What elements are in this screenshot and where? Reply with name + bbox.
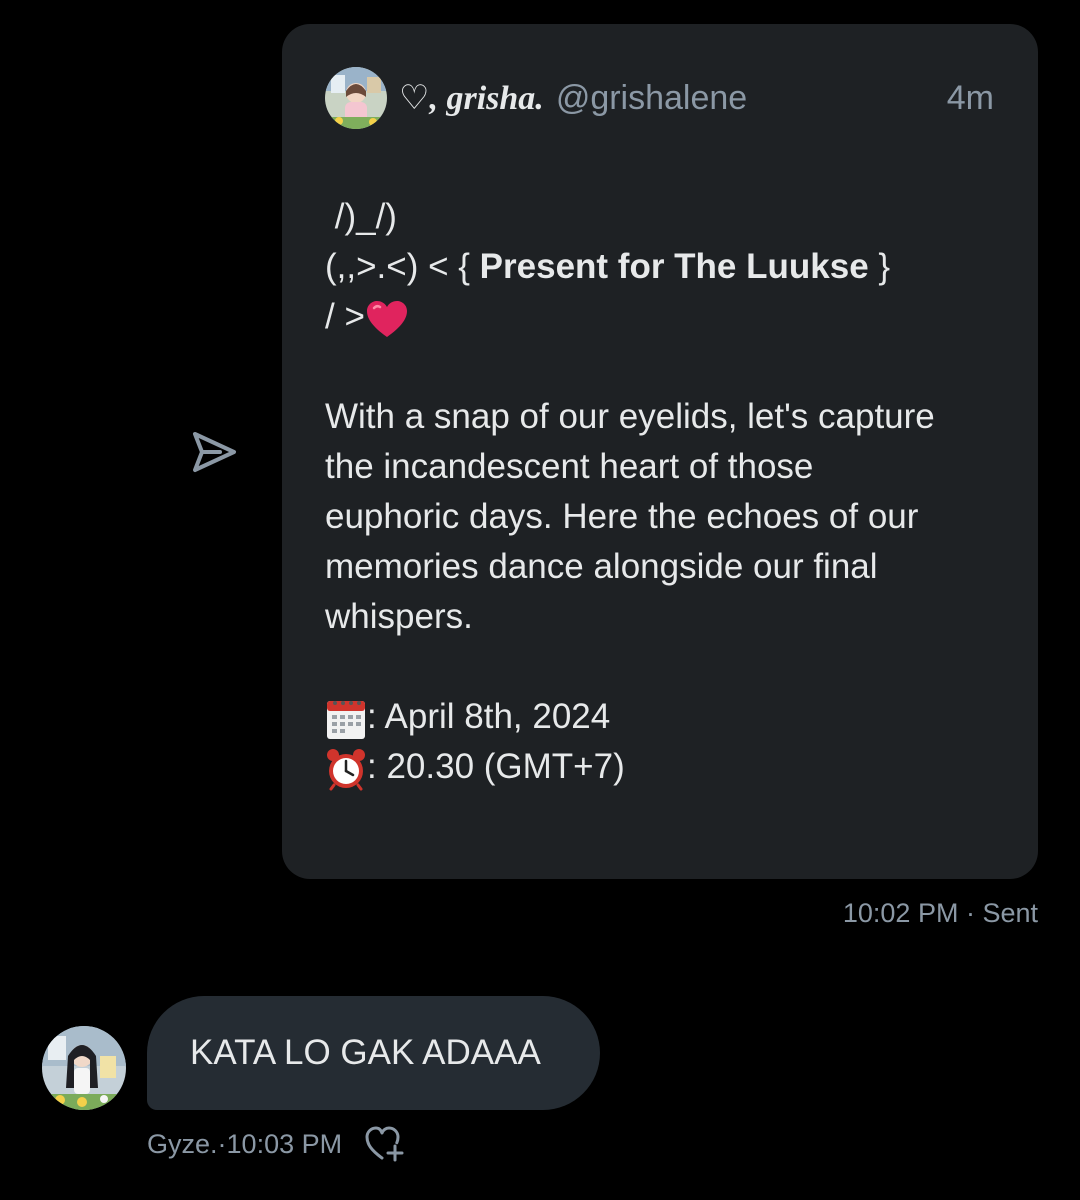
paragraph-line: memories dance alongside our final <box>325 547 878 586</box>
post-body: /)_/) (,,>.<) < { Present for The Luukse… <box>325 192 994 792</box>
sent-status-label: Sent <box>982 898 1038 928</box>
event-date-text: : April 8th, 2024 <box>367 697 611 736</box>
alarm-clock-icon <box>327 748 365 791</box>
paragraph-line: whispers. <box>325 597 473 636</box>
kaomoji-line-2-prefix: (,,>.<) < { <box>325 247 480 286</box>
event-time: : 20.30 (GMT+7) <box>325 742 994 792</box>
received-timestamp: 10:03 PM <box>226 1128 343 1159</box>
meta-separator: · <box>217 1128 227 1159</box>
paragraph-line: With a snap of our eyelids, let's captur… <box>325 397 935 436</box>
sent-status: 10:02 PM · Sent <box>843 898 1038 929</box>
post-paragraph: With a snap of our eyelids, let's captur… <box>325 392 994 642</box>
event-time-text: : 20.30 (GMT+7) <box>367 747 625 786</box>
received-message-text: KATA LO GAK ADAAA <box>190 1033 541 1072</box>
kaomoji-line-2: (,,>.<) < { Present for The Luukse } <box>325 242 994 292</box>
shared-post-card[interactable]: ♡, grisha. @grishalene 4m /)_/) (,,>.<) … <box>282 24 1038 879</box>
paragraph-line: euphoric days. Here the echoes of our <box>325 497 919 536</box>
calendar-icon <box>327 700 365 739</box>
kaomoji-line-3-text: / > <box>325 297 365 336</box>
heart-plus-icon[interactable] <box>364 1125 406 1163</box>
meta-separator: · <box>958 898 983 928</box>
sent-timestamp: 10:02 PM <box>842 898 959 928</box>
author-avatar[interactable] <box>325 67 387 129</box>
author-name[interactable]: ♡, grisha. <box>399 78 544 118</box>
kaomoji-line-3: / > <box>325 292 994 342</box>
post-header: ♡, grisha. @grishalene 4m <box>325 66 994 130</box>
sender-avatar[interactable] <box>42 1026 126 1110</box>
author-handle[interactable]: @grishalene <box>556 79 747 118</box>
received-meta: Gyze. · 10:03 PM <box>147 1126 406 1162</box>
kaomoji-line-2-suffix: } <box>868 247 891 286</box>
kaomoji-line-2-bold: Present for The Luukse <box>479 247 869 286</box>
send-icon[interactable] <box>190 430 238 474</box>
heart-emoji <box>366 300 407 337</box>
event-date: : April 8th, 2024 <box>325 692 994 742</box>
post-timestamp: 4m <box>946 78 994 117</box>
sender-name: Gyze. <box>147 1128 218 1159</box>
kaomoji-line-1: /)_/) <box>325 197 397 236</box>
received-message-bubble[interactable]: KATA LO GAK ADAAA <box>147 996 600 1110</box>
paragraph-line: the incandescent heart of those <box>325 447 814 486</box>
